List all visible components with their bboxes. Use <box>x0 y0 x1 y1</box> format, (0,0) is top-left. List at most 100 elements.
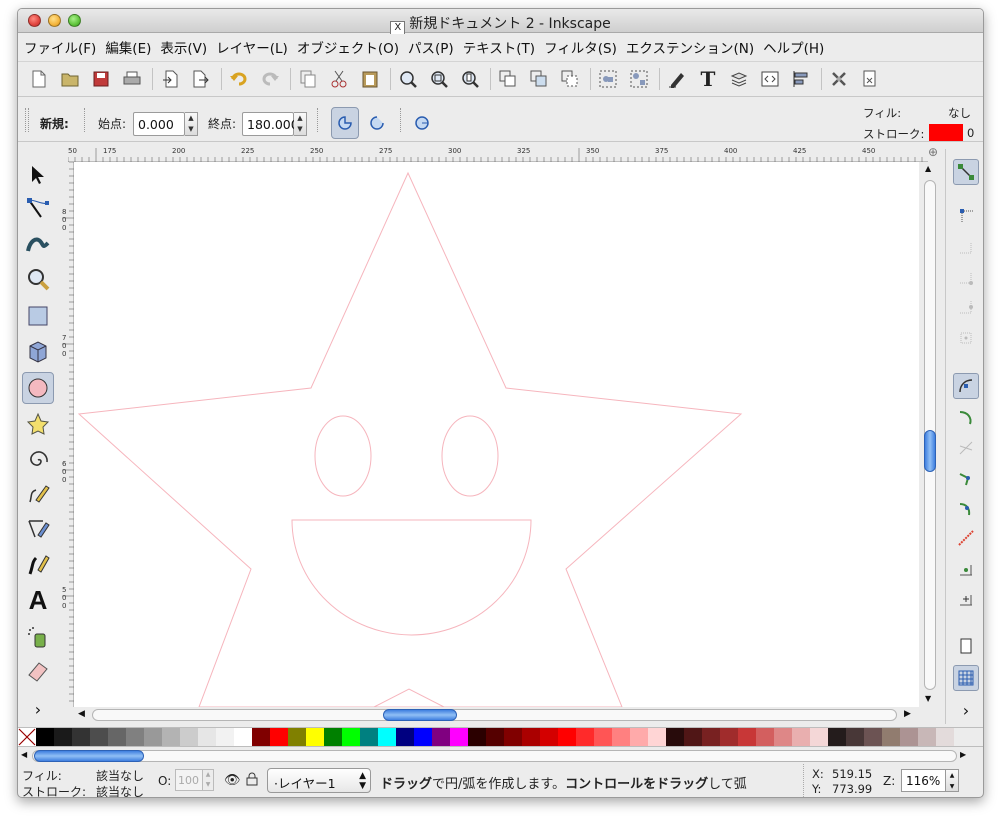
snap-bbox-corner-button[interactable] <box>953 265 979 291</box>
palette-swatch-31[interactable] <box>594 728 612 746</box>
snap-paths-button[interactable] <box>953 405 979 431</box>
start-angle-stepper[interactable]: ▲ ▼ <box>185 112 198 136</box>
redo-icon[interactable] <box>259 68 281 90</box>
palette-swatch-14[interactable] <box>288 728 306 746</box>
palette-swatch-3[interactable] <box>90 728 108 746</box>
align-icon[interactable] <box>790 68 812 90</box>
palette-swatch-38[interactable] <box>720 728 738 746</box>
palette-swatch-49[interactable] <box>918 728 936 746</box>
text-tool-icon[interactable]: T <box>697 67 719 91</box>
selector-tool[interactable] <box>22 159 54 191</box>
more-tools-chevron[interactable]: › <box>22 693 54 725</box>
no-paint-swatch[interactable] <box>18 728 36 746</box>
palette-swatch-6[interactable] <box>144 728 162 746</box>
ungroup-icon[interactable] <box>628 68 650 90</box>
scroll-left-arrow[interactable]: ◀ <box>78 709 85 719</box>
lower-star-tip[interactable] <box>373 688 445 707</box>
closed-arc-toggle[interactable] <box>331 107 359 139</box>
save-icon[interactable] <box>90 68 112 90</box>
ellipse-tool[interactable] <box>22 372 54 404</box>
snap-cusp-nodes-button[interactable] <box>953 465 979 491</box>
snap-rotation-center-button[interactable] <box>953 587 979 613</box>
palette-swatch-13[interactable] <box>270 728 288 746</box>
fill-indicator-value[interactable]: なし <box>948 105 971 121</box>
vertical-ruler[interactable]: 800700600500 <box>60 161 74 707</box>
bar-grip-handle[interactable] <box>25 108 29 132</box>
palette-swatch-21[interactable] <box>414 728 432 746</box>
palette-swatch-12[interactable] <box>252 728 270 746</box>
more-snap-chevron[interactable]: › <box>953 697 979 723</box>
palette-swatch-43[interactable] <box>810 728 828 746</box>
zoom-corner-icon[interactable]: ⊕ <box>928 145 938 159</box>
clone-icon[interactable] <box>528 68 550 90</box>
snap-bbox-center-button[interactable] <box>953 325 979 351</box>
palette-swatch-0[interactable] <box>36 728 54 746</box>
palette-swatch-37[interactable] <box>702 728 720 746</box>
snap-smooth-nodes-button[interactable] <box>953 495 979 521</box>
menu-file[interactable]: ファイル(F) <box>24 37 96 57</box>
menu-edit[interactable]: 編集(E) <box>105 37 151 57</box>
snap-bbox-button[interactable] <box>953 203 979 229</box>
palette-swatch-1[interactable] <box>54 728 72 746</box>
zoom-stepper[interactable]: ▲ ▼ <box>946 769 959 792</box>
snap-bbox-midpoint-button[interactable] <box>953 295 979 321</box>
zoom-drawing-icon[interactable] <box>428 68 450 90</box>
export-icon[interactable] <box>190 68 212 90</box>
opacity-stepper[interactable]: ▲ ▼ <box>203 769 214 791</box>
snap-grid-button[interactable] <box>953 665 979 691</box>
palette-swatch-48[interactable] <box>900 728 918 746</box>
snap-page-border-button[interactable] <box>953 633 979 659</box>
palette-swatch-33[interactable] <box>630 728 648 746</box>
palette-swatch-10[interactable] <box>216 728 234 746</box>
palette-swatch-30[interactable] <box>576 728 594 746</box>
palette-swatch-24[interactable] <box>468 728 486 746</box>
lock-icon[interactable] <box>246 772 258 789</box>
zoom-input[interactable]: 116% <box>901 769 946 792</box>
palette-swatch-23[interactable] <box>450 728 468 746</box>
snap-nodes-button[interactable] <box>953 373 979 399</box>
star-tool[interactable] <box>22 408 54 440</box>
left-eye-ellipse[interactable] <box>314 415 372 497</box>
palette-scrollbar[interactable]: ◀ ▶ <box>18 749 983 763</box>
snap-intersections-button[interactable] <box>953 435 979 461</box>
status-fill-value[interactable]: 該当なし <box>96 767 144 784</box>
stroke-width-value[interactable]: 0 <box>967 126 974 140</box>
zoom-tool[interactable] <box>22 263 54 295</box>
palette-swatch-41[interactable] <box>774 728 792 746</box>
eraser-tool[interactable] <box>22 655 54 687</box>
palette-swatch-42[interactable] <box>792 728 810 746</box>
palette-swatch-27[interactable] <box>522 728 540 746</box>
palette-scroll-track[interactable] <box>32 750 957 762</box>
preferences-icon[interactable] <box>828 68 850 90</box>
end-angle-stepper[interactable]: ▲ ▼ <box>294 112 307 136</box>
calligraphy-tool[interactable] <box>22 548 54 580</box>
duplicate-icon[interactable] <box>497 68 519 90</box>
text-tool[interactable]: A <box>22 584 54 616</box>
open-icon[interactable] <box>59 68 81 90</box>
palette-swatch-4[interactable] <box>108 728 126 746</box>
zoom-selection-icon[interactable] <box>397 68 419 90</box>
palette-swatch-16[interactable] <box>324 728 342 746</box>
menu-filters[interactable]: フィルタ(S) <box>544 37 617 57</box>
pencil-tool[interactable] <box>22 478 54 510</box>
palette-swatch-5[interactable] <box>126 728 144 746</box>
zoom-page-icon[interactable] <box>459 68 481 90</box>
palette-swatch-35[interactable] <box>666 728 684 746</box>
palette-swatch-9[interactable] <box>198 728 216 746</box>
end-angle-input[interactable]: 180.000 <box>242 112 299 136</box>
group-icon[interactable] <box>597 68 619 90</box>
vertical-scroll-thumb[interactable] <box>924 430 936 472</box>
scroll-down-arrow[interactable]: ▼ <box>925 694 931 703</box>
palette-scroll-left-arrow[interactable]: ◀ <box>21 750 27 759</box>
horizontal-scroll-thumb[interactable] <box>383 709 457 721</box>
rectangle-tool[interactable] <box>22 300 54 332</box>
palette-swatch-28[interactable] <box>540 728 558 746</box>
palette-swatch-39[interactable] <box>738 728 756 746</box>
scroll-right-arrow[interactable]: ▶ <box>904 709 911 719</box>
menu-path[interactable]: パス(P) <box>408 37 454 57</box>
palette-swatch-22[interactable] <box>432 728 450 746</box>
undo-icon[interactable] <box>228 68 250 90</box>
palette-swatch-7[interactable] <box>162 728 180 746</box>
palette-swatch-20[interactable] <box>396 728 414 746</box>
palette-swatch-19[interactable] <box>378 728 396 746</box>
